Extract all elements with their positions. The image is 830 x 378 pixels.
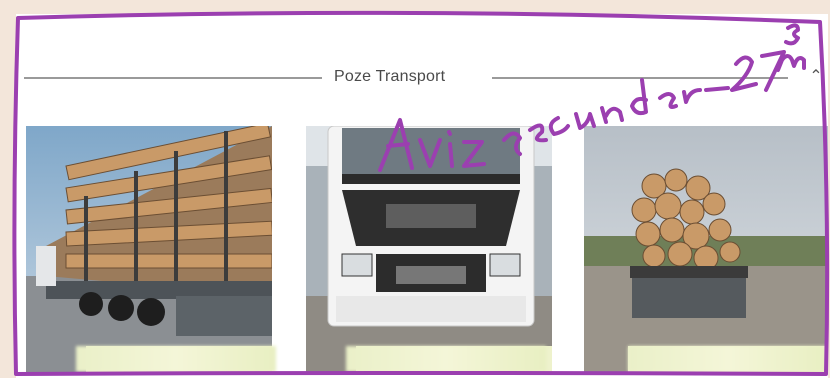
- photo-truck-trailer-logs[interactable]: [26, 126, 272, 372]
- blurred-caption-2: [346, 346, 546, 372]
- divider-left: [24, 77, 322, 79]
- handwritten-annotation: [378, 23, 806, 172]
- blurred-caption-3: [628, 346, 828, 372]
- blurred-caption-1: [76, 346, 276, 372]
